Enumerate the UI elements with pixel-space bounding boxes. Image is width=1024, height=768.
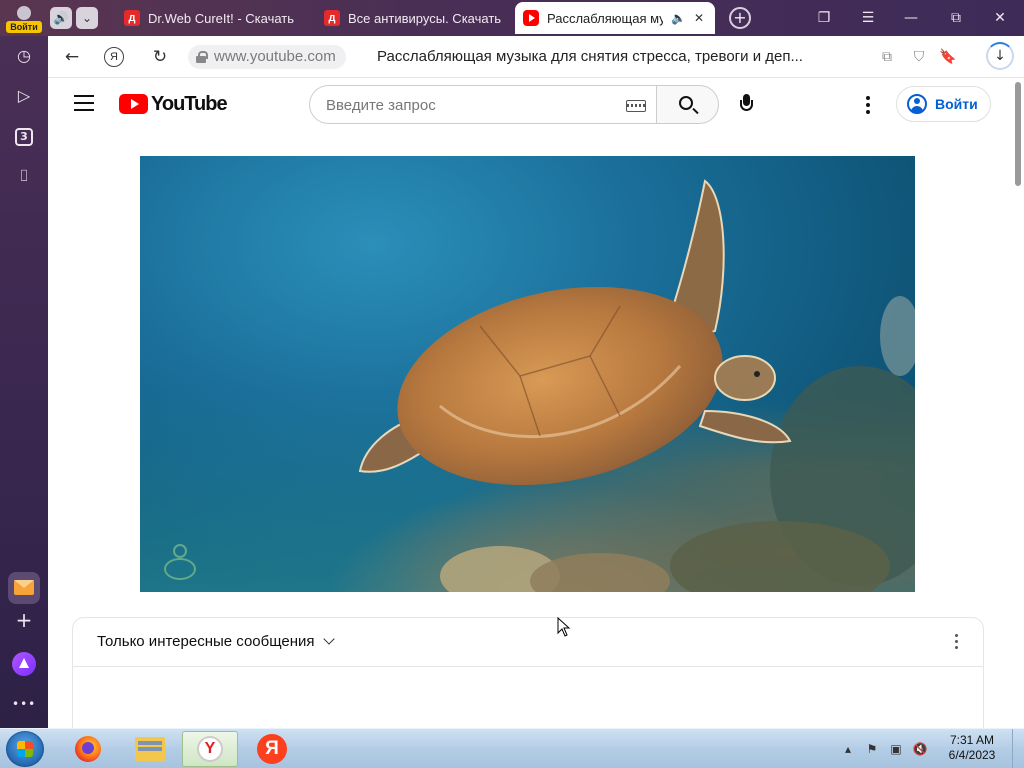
chat-mode-label: Только интересные сообщения — [97, 633, 315, 650]
chevron-down-icon — [322, 633, 335, 645]
alice-assistant-icon[interactable] — [12, 652, 36, 676]
protect-shield-icon[interactable]: ⛉ — [907, 45, 931, 69]
chat-mode-selector[interactable]: Только интересные сообщения — [97, 633, 335, 650]
search-button[interactable] — [656, 85, 719, 124]
scrollbar-thumb[interactable] — [1015, 82, 1021, 186]
search-icon — [679, 96, 693, 110]
profile-signin-badge: Войти — [6, 21, 42, 33]
search-box — [309, 85, 656, 124]
voice-search-mic-icon[interactable] — [740, 94, 753, 116]
youtube-icon — [523, 10, 539, 26]
keyboard-icon[interactable] — [626, 100, 646, 112]
settings-more-icon[interactable] — [864, 96, 872, 114]
channel-watermark-icon — [164, 544, 196, 580]
start-button[interactable] — [6, 731, 44, 767]
lock-icon — [196, 51, 208, 63]
more-dots-icon[interactable]: ••• — [12, 692, 36, 716]
address-domain-pill[interactable]: www.youtube.com — [188, 45, 346, 69]
tab-title: Все антивирусы. Скачать — [348, 10, 502, 26]
profile-avatar-icon — [17, 6, 31, 20]
close-window-icon[interactable]: ✕ — [989, 8, 1011, 28]
taskbar-explorer[interactable] — [122, 731, 178, 767]
browser-titlebar: Войти 🔊 ⌄ д Dr.Web CureIt! - Скачать д В… — [0, 0, 1024, 36]
browser-toolbar: ← Я ↻ www.youtube.com Расслабляющая музы… — [48, 36, 1024, 78]
tab-drweb-cureit[interactable]: д Dr.Web CureIt! - Скачать — [116, 2, 312, 34]
clock-date: 6/4/2023 — [948, 748, 996, 762]
tab-count-badge[interactable]: 3 — [15, 128, 33, 146]
menu-hamburger-icon[interactable] — [74, 95, 94, 111]
taskbar-firefox[interactable] — [60, 731, 116, 767]
tab-title: Dr.Web CureIt! - Скачать — [148, 10, 295, 26]
chat-more-icon[interactable] — [953, 634, 959, 652]
restore-icon[interactable]: ⧉ — [945, 8, 967, 28]
tab-speaker-icon[interactable]: 🔈 — [671, 11, 686, 25]
reload-icon[interactable]: ↻ — [148, 45, 172, 69]
browser-menu-icon[interactable]: ☰ — [857, 8, 879, 28]
taskbar-yandex-browser[interactable]: Y — [182, 731, 238, 767]
sea-turtle-image — [358, 179, 915, 592]
network-icon[interactable]: ▣ — [888, 741, 904, 757]
volume-muted-icon[interactable]: 🔇 — [912, 741, 928, 757]
tab-antivirus[interactable]: д Все антивирусы. Скачать — [316, 2, 510, 34]
show-desktop-button[interactable] — [1012, 729, 1024, 768]
video-player[interactable] — [140, 156, 915, 592]
taskbar-yandex[interactable]: Я — [244, 731, 300, 767]
media-player-icon[interactable]: ▷ — [12, 84, 36, 108]
minimize-icon[interactable]: — — [900, 8, 922, 28]
yandex-browser-icon: Y — [197, 736, 223, 762]
drweb-icon: д — [124, 10, 140, 26]
youtube-logo-text: YouTube — [151, 92, 228, 115]
history-clock-icon[interactable]: ◷ — [12, 44, 36, 68]
chat-header: Только интересные сообщения — [73, 618, 983, 667]
signin-button[interactable]: Войти — [896, 86, 991, 122]
action-center-flag-icon[interactable]: ⚑ — [864, 741, 880, 757]
reader-mode-icon[interactable]: ⧉ — [875, 45, 899, 69]
add-sidebar-item-icon[interactable]: + — [12, 608, 36, 632]
drweb-icon: д — [324, 10, 340, 26]
tab-close-icon[interactable]: ✕ — [694, 11, 704, 25]
firefox-icon — [75, 736, 101, 762]
tabs-dropdown-icon[interactable]: ⌄ — [76, 7, 98, 29]
youtube-play-icon — [119, 94, 148, 114]
yandex-icon: Я — [257, 734, 287, 764]
windows-taskbar: Y Я ▴ ⚑ ▣ 🔇 7:31 AM 6/4/2023 — [0, 728, 1024, 768]
tab-collections-icon[interactable]: ❐ — [813, 8, 835, 28]
live-chat-panel: Только интересные сообщения — [72, 617, 984, 728]
tab-title: Расслабляющая му — [547, 10, 663, 26]
new-tab-button[interactable]: + — [729, 7, 751, 29]
yandex-home-icon[interactable]: Я — [104, 47, 124, 67]
browser-sidebar: ◷ ▷ 3 ⌷ + ••• — [0, 36, 48, 728]
account-icon — [907, 94, 927, 114]
mouse-cursor-icon — [557, 617, 571, 637]
page-scrollbar[interactable] — [1012, 78, 1024, 728]
tab-youtube-active[interactable]: Расслабляющая му 🔈 ✕ — [515, 2, 715, 34]
taskbar-clock[interactable]: 7:31 AM 6/4/2023 — [940, 733, 1004, 763]
downloads-icon[interactable]: ↓ — [986, 42, 1014, 70]
clock-time: 7:31 AM — [949, 733, 995, 747]
tray-expand-icon[interactable]: ▴ — [840, 741, 856, 757]
tab-audio-icon[interactable]: 🔊 — [50, 7, 72, 29]
search-input[interactable] — [326, 95, 606, 115]
bookmark-icon[interactable]: 🔖 — [936, 45, 960, 69]
screenshot-camera-icon[interactable]: ⌷ — [12, 164, 36, 188]
system-tray: ▴ ⚑ ▣ 🔇 — [840, 735, 928, 763]
back-arrow-icon[interactable]: ← — [60, 45, 84, 69]
address-domain: www.youtube.com — [214, 48, 336, 65]
profile-button[interactable]: Войти — [4, 2, 44, 34]
mail-icon[interactable] — [8, 572, 40, 604]
youtube-logo[interactable]: YouTube — [119, 92, 228, 115]
folder-icon — [135, 737, 165, 761]
youtube-page: YouTube Войти — [48, 78, 1012, 728]
signin-label: Войти — [935, 96, 978, 112]
address-page-title[interactable]: Расслабляющая музыка для снятия стресса,… — [377, 45, 847, 69]
